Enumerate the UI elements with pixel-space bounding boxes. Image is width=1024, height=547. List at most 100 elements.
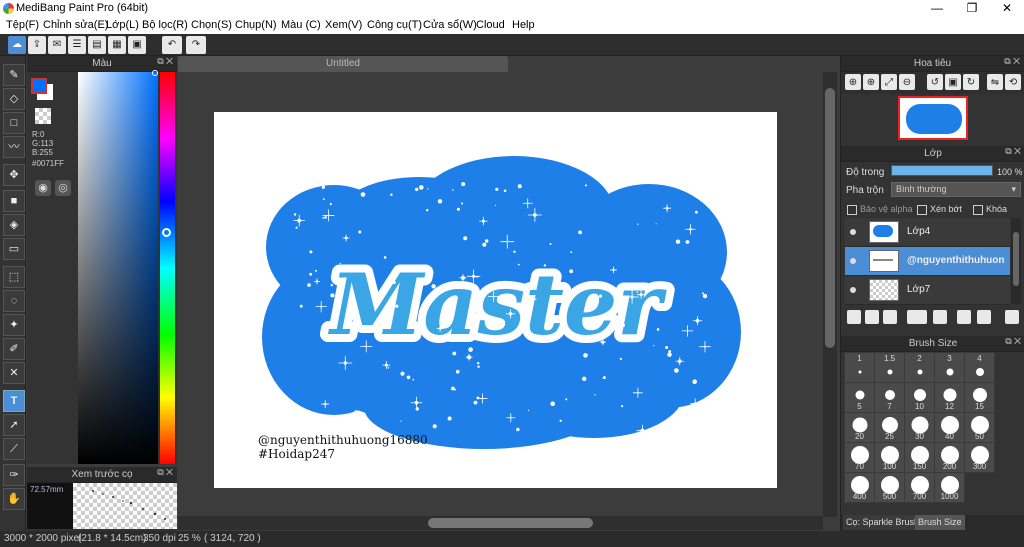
sv-cursor[interactable]	[152, 70, 158, 76]
flip-icon[interactable]: ⇋	[987, 74, 1003, 90]
panel-float-close-icon[interactable]: ⧉ ✕	[1005, 146, 1021, 157]
brush-size-option[interactable]: 400	[844, 472, 875, 503]
zoom-in-icon[interactable]: ⊕	[845, 74, 861, 90]
visibility-eye-icon[interactable]	[850, 287, 856, 293]
fill-rect-tool-icon[interactable]: ■	[3, 190, 25, 212]
layer-item[interactable]: Lớp7	[845, 276, 1010, 305]
brush-size-option[interactable]: 5	[844, 382, 875, 413]
brush-tab[interactable]: Cọ: Sparkle Brush	[843, 515, 923, 530]
transparent-color-swatch[interactable]	[35, 108, 51, 124]
duplicate-layer-icon[interactable]	[957, 310, 971, 324]
protect-alpha-checkbox[interactable]	[847, 204, 857, 215]
brush-size-option[interactable]: 40	[934, 412, 965, 443]
new-8bit-layer-icon[interactable]	[883, 310, 897, 324]
tiles-icon[interactable]: ▣	[128, 36, 146, 54]
brush-size-option[interactable]: 25	[874, 412, 905, 443]
menu-tools[interactable]: Công cụ(T)	[367, 19, 422, 31]
horizontal-scroll-thumb[interactable]	[428, 518, 593, 528]
panel-float-close-icon[interactable]: ⧉ ✕	[1004, 56, 1020, 67]
gradient-tool-icon[interactable]: ▭	[3, 238, 25, 260]
saturation-value-picker[interactable]	[78, 70, 158, 464]
new-folder-icon[interactable]	[933, 310, 947, 324]
brush-size-option[interactable]: 15	[964, 382, 995, 413]
menu-window[interactable]: Cửa sổ(W)	[423, 19, 477, 31]
eraser-tool-icon[interactable]: ◇	[3, 88, 25, 110]
new-halftone-layer-icon[interactable]	[865, 310, 879, 324]
select-pen-tool-icon[interactable]: ✐	[3, 338, 25, 360]
brush-size-option[interactable]: 150	[904, 442, 935, 473]
eyedropper-tool-icon[interactable]: ✑	[3, 464, 25, 486]
menu-help[interactable]: Help	[512, 19, 535, 31]
grid-icon[interactable]: ▦	[108, 36, 126, 54]
operation-tool-icon[interactable]: ➚	[3, 414, 25, 436]
redo-icon[interactable]: ↷	[186, 36, 206, 54]
comment-icon[interactable]: ✉	[48, 36, 66, 54]
brush-size-option[interactable]: 4	[964, 352, 995, 383]
menu-view[interactable]: Xem(V)	[325, 19, 362, 31]
menu-color[interactable]: Màu (C)	[281, 19, 321, 31]
foreground-color-swatch[interactable]	[31, 78, 47, 94]
brush-size-option[interactable]: 100	[874, 442, 905, 473]
vertical-scrollbar[interactable]	[823, 72, 837, 517]
brush-tool-icon[interactable]: ✎	[3, 64, 25, 86]
rotate-left-icon[interactable]: ↺	[927, 74, 943, 90]
rotate-right-icon[interactable]: ↻	[963, 74, 979, 90]
visibility-eye-icon[interactable]	[850, 258, 856, 264]
lasso-tool-icon[interactable]: ◌	[3, 290, 25, 312]
brush-size-option[interactable]: 1.5	[874, 352, 905, 383]
brush-size-tab[interactable]: Brush Size	[915, 515, 965, 530]
hue-slider[interactable]	[160, 72, 175, 464]
menu-cloud[interactable]: Cloud	[476, 19, 505, 31]
actual-size-icon[interactable]: ▣	[945, 74, 961, 90]
color-set-icon[interactable]: ◎	[55, 180, 71, 196]
brush-size-option[interactable]: 50	[964, 412, 995, 443]
layer-item-selected[interactable]: @nguyenthithuhuong	[845, 247, 1010, 276]
share-icon[interactable]: ⇪	[28, 36, 46, 54]
close-button[interactable]: ✕	[990, 0, 1024, 17]
curve-tool-icon[interactable]: 〰	[3, 136, 25, 158]
brush-size-option[interactable]: 10	[904, 382, 935, 413]
undo-icon[interactable]: ↶	[162, 36, 182, 54]
zoom-in-alt-icon[interactable]: ⊕	[863, 74, 879, 90]
hue-slider-handle[interactable]	[162, 228, 171, 237]
menu-file[interactable]: Tệp(F)	[6, 19, 39, 31]
visibility-eye-icon[interactable]	[850, 229, 856, 235]
navigator-preview[interactable]	[898, 96, 968, 140]
brush-size-option[interactable]: 700	[904, 472, 935, 503]
layer-scrollbar[interactable]	[1011, 218, 1021, 304]
brush-size-option[interactable]: 300	[964, 442, 995, 473]
shape-tool-icon[interactable]: □	[3, 112, 25, 134]
minimize-button[interactable]: —	[920, 0, 954, 17]
chat-icon[interactable]: ☰	[68, 36, 86, 54]
maximize-button[interactable]: ❐	[955, 0, 989, 17]
hand-tool-icon[interactable]: ✋	[3, 488, 25, 510]
magic-wand-tool-icon[interactable]: ✦	[3, 314, 25, 336]
brush-size-option[interactable]: 3	[934, 352, 965, 383]
horizontal-scrollbar[interactable]	[178, 516, 823, 530]
text-tool-icon[interactable]: T	[3, 390, 25, 412]
cloud-icon[interactable]: ☁	[8, 36, 26, 54]
menu-layer[interactable]: Lớp(L)	[106, 19, 139, 31]
opacity-slider[interactable]	[891, 165, 993, 176]
brush-size-option[interactable]: 12	[934, 382, 965, 413]
canvas-tab[interactable]: Untitled	[178, 56, 508, 72]
select-eraser-tool-icon[interactable]: ✕	[3, 362, 25, 384]
lock-checkbox[interactable]	[973, 204, 983, 215]
brush-size-option[interactable]: 70	[844, 442, 875, 473]
bucket-tool-icon[interactable]: ◈	[3, 214, 25, 236]
vertical-scroll-thumb[interactable]	[825, 88, 835, 348]
new-layer-icon[interactable]	[847, 310, 861, 324]
menu-capture[interactable]: Chụp(N)	[235, 19, 277, 31]
document-icon[interactable]: ▤	[88, 36, 106, 54]
divide-tool-icon[interactable]: ⟋	[3, 438, 25, 460]
brush-size-option[interactable]: 1	[844, 352, 875, 383]
clipping-checkbox[interactable]	[917, 204, 927, 215]
zoom-out-icon[interactable]: ⊖	[899, 74, 915, 90]
add-layer-dropdown-icon[interactable]	[907, 310, 927, 324]
panel-float-close-icon[interactable]: ⧉ ✕	[157, 467, 173, 478]
trash-icon[interactable]	[1005, 310, 1019, 324]
panel-float-close-icon[interactable]: ⧉ ✕	[1005, 336, 1021, 347]
brush-size-option[interactable]: 500	[874, 472, 905, 503]
brush-size-option[interactable]: 20	[844, 412, 875, 443]
panel-float-close-icon[interactable]: ⧉ ✕	[157, 56, 173, 67]
